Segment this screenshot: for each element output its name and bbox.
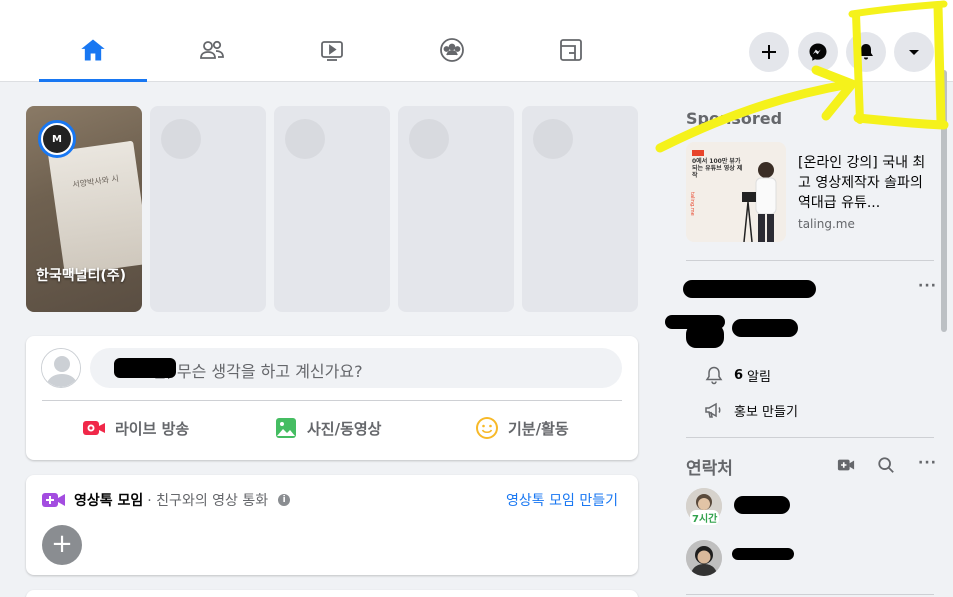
groups-icon [440,38,464,62]
story-placeholder [274,106,390,312]
create-room-link[interactable]: 영상톡 모임 만들기 [506,490,618,510]
live-video-button[interactable]: 라이브 방송 [82,416,189,440]
create-promotion[interactable]: 홍보 만들기 [704,400,798,420]
redacted-page-name [732,319,798,337]
notifications-count: 6 [734,367,744,383]
redacted-username [114,358,176,378]
composer-divider [42,400,622,401]
scrollbar-thumb[interactable] [941,70,947,332]
contact-active-badge: 7시간 [690,510,720,525]
story-placeholder-avatar [409,119,449,159]
contacts-heading: 연락처 [686,459,733,479]
create-button[interactable] [749,32,789,72]
sidebar-divider [686,594,934,595]
live-video-label: 라이브 방송 [115,419,190,438]
default-avatar-icon [42,349,80,387]
contacts-more-options[interactable]: ··· [918,455,937,471]
ad-headline[interactable]: [온라인 강의] 국내 최고 영상제작자 솔파의 역대급 유튜... [798,153,938,213]
caret-down-icon [909,50,919,55]
story-paper-image: 서양박사와 시 [47,140,142,276]
gaming-icon [560,39,582,61]
story-author-name: 한국맥널티(주) [36,268,127,284]
ad-image-tag [692,150,704,156]
tab-watch[interactable] [278,22,386,82]
story-paper-text: 서양박사와 시 [71,174,120,190]
video-room-icon [42,493,65,507]
story-placeholder-avatar [161,119,201,159]
add-room-button[interactable]: + [42,525,82,565]
redacted-page-name [683,280,816,298]
tab-friends[interactable] [158,22,266,82]
story-placeholder-avatar [285,119,325,159]
ad-image-text: 0에서 100만 뷰가 되는 유튜브 영상 제작 [692,158,743,179]
contact-avatar[interactable] [686,540,722,576]
account-menu-button[interactable] [894,32,934,72]
next-feed-card [26,590,638,597]
create-promotion-label: 홍보 만들기 [734,404,798,420]
post-composer: 님, 무슨 생각을 하고 계신가요? 라이브 방송 사진/동영상 기분/활동 [26,336,638,460]
story-placeholder [398,106,514,312]
ad-person-illustration [742,162,777,242]
contact-photo [686,540,722,576]
top-navigation-bar [0,0,953,82]
messenger-button[interactable] [798,32,838,72]
notifications-label: 알림 [747,369,771,385]
rooms-card: 영상톡 모임 · 친구와의 영상 통화 i 영상톡 모임 만들기 + [26,475,638,575]
user-avatar[interactable] [41,348,81,388]
info-icon[interactable]: i [278,494,291,506]
feeling-activity-label: 기분/활동 [508,419,569,438]
home-icon [81,39,105,61]
new-room-icon[interactable] [837,456,855,474]
friends-icon [200,40,224,59]
story-placeholder-avatar [533,119,573,159]
story-avatar: M [38,120,76,158]
smiley-icon [476,417,498,439]
tab-gaming[interactable] [517,22,625,82]
bell-icon [859,44,873,60]
plus-icon [762,45,776,59]
messenger-icon [809,43,827,61]
notifications-button[interactable] [846,32,886,72]
live-video-icon [83,421,105,435]
story-card[interactable]: 서양박사와 시 M 한국맥널티(주) [26,106,142,312]
story-placeholder [150,106,266,312]
redacted-page-avatar [686,324,724,348]
tab-groups[interactable] [398,22,506,82]
ad-url[interactable]: taling.me [798,217,855,231]
page-notifications[interactable]: 6 알림 [704,365,771,385]
ad-image-side-text: taling.me [689,192,695,216]
photo-video-label: 사진/동영상 [307,419,382,438]
bell-outline-icon [705,366,723,385]
rooms-subtitle: · 친구와의 영상 통화 [147,493,269,509]
composer-prompt-text: 님, 무슨 생각을 하고 계신가요? [152,362,363,381]
tab-home[interactable] [39,22,147,82]
sponsored-heading: Sponsored [686,109,783,128]
story-placeholder [522,106,638,312]
ad-image[interactable]: 0에서 100만 뷰가 되는 유튜브 영상 제작 taling.me [686,142,786,242]
redacted-contact-name [732,548,794,560]
mcnulty-logo: M [43,125,71,153]
photo-icon [276,418,296,438]
watch-icon [321,41,343,61]
feeling-activity-button[interactable]: 기분/활동 [475,416,569,440]
photo-video-button[interactable]: 사진/동영상 [274,416,381,440]
rooms-title: 영상톡 모임 · 친구와의 영상 통화 i [42,490,291,510]
sidebar-divider [686,260,934,261]
redacted-contact-name [734,496,790,514]
sidebar-divider [686,437,934,438]
megaphone-icon [705,402,721,418]
page-more-options[interactable]: ··· [918,278,937,294]
rooms-title-text: 영상톡 모임 [74,493,144,509]
search-icon[interactable] [877,456,895,474]
